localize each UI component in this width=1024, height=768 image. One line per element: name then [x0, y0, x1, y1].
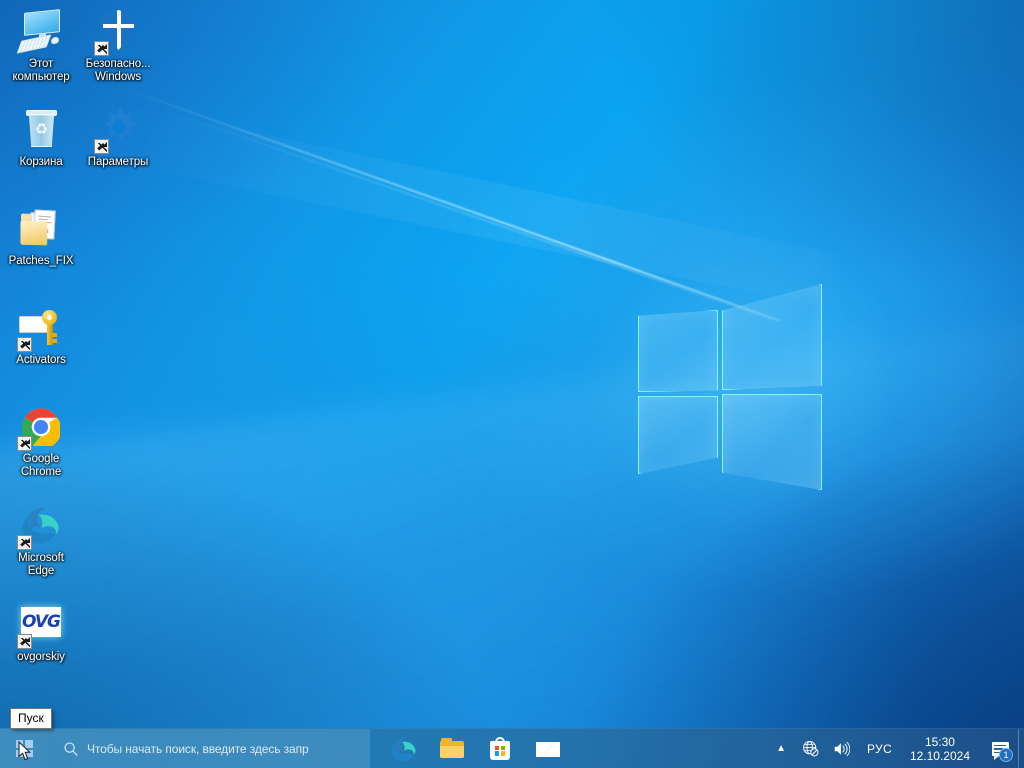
- desktop-icon-label: Activators: [16, 354, 66, 366]
- taskbar-app-file-explorer[interactable]: [432, 729, 472, 768]
- notification-badge-count: 1: [999, 747, 1013, 762]
- desktop-icon-google-chrome[interactable]: Google Chrome: [3, 403, 79, 478]
- desktop-icon-windows-security[interactable]: Безопасно... Windows: [80, 8, 156, 83]
- file-explorer-folder-icon: [439, 736, 465, 762]
- folder-patches-icon: ⚙: [17, 205, 65, 253]
- desktop-icon-label: Корзина: [19, 156, 63, 168]
- taskbar-app-microsoft-store[interactable]: [480, 729, 520, 768]
- network-globe-glyph: [803, 741, 819, 757]
- shortcut-arrow-icon: [17, 436, 32, 451]
- microsoft-store-bag-icon: [487, 736, 513, 762]
- this-pc-icon: [16, 8, 65, 56]
- tray-network-globe-no-internet-icon[interactable]: [795, 729, 826, 768]
- desktop-icon-microsoft-edge[interactable]: Microsoft Edge: [3, 502, 79, 577]
- tray-volume-icon[interactable]: [826, 729, 857, 768]
- desktop-icon-label: Этот компьютер: [12, 58, 70, 83]
- desktop-icon-patches-fix[interactable]: ⚙ Patches_FIX: [3, 205, 79, 268]
- search-placeholder-text: Чтобы начать поиск, введите здесь запр: [87, 741, 309, 756]
- desktop-icon-label: ovgorskiy: [17, 651, 65, 663]
- start-button-tooltip: Пуск: [10, 708, 52, 729]
- desktop-icon-settings[interactable]: Параметры: [80, 106, 156, 169]
- search-icon: [64, 741, 78, 756]
- mail-envelope-icon: [535, 736, 561, 762]
- tray-language-indicator[interactable]: РУС: [857, 729, 902, 768]
- shortcut-arrow-icon: [94, 41, 109, 56]
- desktop-icon-recycle-bin[interactable]: ♻ Корзина: [3, 106, 79, 169]
- taskbar-pinned-apps: [370, 729, 568, 768]
- taskbar-app-mail[interactable]: [528, 729, 568, 768]
- mouse-cursor-icon: [18, 741, 31, 761]
- desktop-icon-ovgorskiy[interactable]: OVG ovgorskiy: [3, 601, 79, 664]
- taskbar-app-microsoft-edge[interactable]: [384, 729, 424, 768]
- microsoft-edge-icon: [17, 502, 65, 550]
- desktop-icon-label: Безопасно... Windows: [85, 58, 151, 83]
- taskbar: Чтобы начать поиск, введите здесь запр ▲…: [0, 728, 1024, 768]
- desktop-icon-label: Patches_FIX: [8, 255, 74, 267]
- desktop[interactable]: Этот компьютер Безопасно... Windows ♻ Ко…: [0, 0, 1024, 768]
- shortcut-arrow-icon: [94, 139, 109, 154]
- microsoft-edge-icon: [391, 736, 417, 762]
- edge-glyph: [391, 736, 416, 761]
- settings-gear-icon: [94, 106, 142, 154]
- google-chrome-icon: [17, 403, 65, 451]
- windows-security-shield-icon: [94, 8, 142, 56]
- system-tray: ▲ РУС 15:30 12.10.2024 1: [767, 728, 1024, 768]
- ovgorskiy-ovg-icon: OVG: [17, 601, 65, 649]
- desktop-icon-label: Google Chrome: [20, 453, 62, 478]
- wallpaper-windows-logo: [575, 239, 885, 539]
- taskbar-clock[interactable]: 15:30 12.10.2024: [902, 729, 982, 768]
- desktop-icon-label: Параметры: [87, 156, 149, 168]
- recycle-bin-icon: ♻: [17, 106, 65, 154]
- search-input[interactable]: Чтобы начать поиск, введите здесь запр: [48, 729, 370, 768]
- shortcut-arrow-icon: [17, 535, 32, 550]
- action-center-button[interactable]: 1: [982, 729, 1018, 768]
- clock-date: 12.10.2024: [909, 748, 970, 763]
- desktop-icon-activators[interactable]: Activators: [3, 304, 79, 367]
- speaker-volume-glyph: [834, 741, 850, 756]
- tray-overflow-chevron-up-icon[interactable]: ▲: [767, 729, 795, 768]
- desktop-icon-this-pc[interactable]: Этот компьютер: [3, 8, 79, 83]
- shortcut-arrow-icon: [17, 337, 32, 352]
- desktop-icon-label: Microsoft Edge: [18, 552, 64, 577]
- show-desktop-button[interactable]: [1018, 728, 1024, 768]
- key-password-icon: [17, 304, 65, 352]
- clock-time: 15:30: [924, 734, 955, 749]
- shortcut-arrow-icon: [17, 634, 32, 649]
- windows-logo-pane-top-left: [638, 310, 718, 392]
